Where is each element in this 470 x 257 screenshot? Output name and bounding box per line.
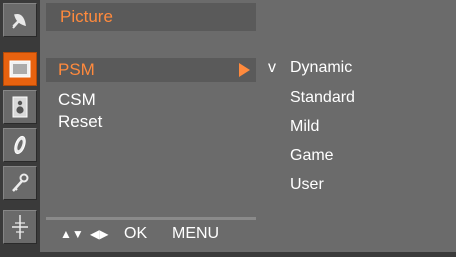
- sidebar-item-time[interactable]: [3, 128, 37, 162]
- speaker-icon: [12, 96, 28, 118]
- antenna-icon: [12, 215, 28, 239]
- option-standard[interactable]: Standard: [262, 86, 452, 112]
- menu-item-label: PSM: [58, 60, 95, 79]
- footer-divider: [46, 217, 256, 220]
- satellite-dish-icon: [12, 13, 26, 29]
- osd-menu: Picture PSM CSM Reset ▲▼ ◀▶ OK MENU v Dy…: [0, 0, 470, 257]
- menu-item-label: Reset: [58, 112, 103, 131]
- option-mild[interactable]: Mild: [262, 115, 452, 141]
- option-label: Game: [290, 147, 334, 164]
- sidebar-item-special[interactable]: [3, 166, 37, 200]
- option-label: User: [290, 176, 324, 193]
- option-label: Mild: [290, 118, 320, 135]
- psm-options-list: v Dynamic Standard Mild Game User: [262, 56, 452, 216]
- sidebar-item-station[interactable]: [3, 3, 37, 37]
- check-mark: v: [268, 59, 276, 76]
- navigation-hint-bar: ▲▼ ◀▶ OK MENU: [46, 222, 256, 248]
- sidebar-item-sound[interactable]: [3, 90, 37, 124]
- up-down-arrows-icon: ▲▼: [60, 227, 84, 241]
- option-game[interactable]: Game: [262, 144, 452, 170]
- menu-item-psm[interactable]: PSM: [46, 58, 256, 82]
- category-sidebar: [0, 0, 40, 257]
- menu-hint: MENU: [172, 225, 220, 242]
- picture-icon: [9, 60, 31, 78]
- option-label: Standard: [290, 89, 355, 106]
- menu-panel: Picture PSM CSM Reset ▲▼ ◀▶ OK MENU v Dy…: [40, 0, 456, 252]
- bottom-edge: [0, 252, 456, 257]
- menu-item-reset[interactable]: Reset: [46, 110, 256, 134]
- page-title: Picture: [60, 7, 113, 26]
- clock-icon: [14, 135, 26, 155]
- menu-item-label: CSM: [58, 90, 96, 109]
- menu-item-csm[interactable]: CSM: [46, 88, 256, 112]
- arrow-right-icon: [239, 63, 250, 77]
- option-label: Dynamic: [290, 59, 353, 76]
- sidebar-item-setup[interactable]: [3, 210, 37, 244]
- sidebar-item-picture[interactable]: [3, 52, 37, 86]
- key-icon: [12, 173, 29, 192]
- option-user[interactable]: User: [262, 173, 452, 199]
- submenu-list: PSM CSM Reset: [46, 38, 256, 216]
- left-right-arrows-icon: ◀▶: [90, 227, 109, 241]
- ok-hint: OK: [124, 225, 148, 242]
- title-bar: Picture: [46, 3, 256, 31]
- option-dynamic[interactable]: v Dynamic: [262, 56, 452, 82]
